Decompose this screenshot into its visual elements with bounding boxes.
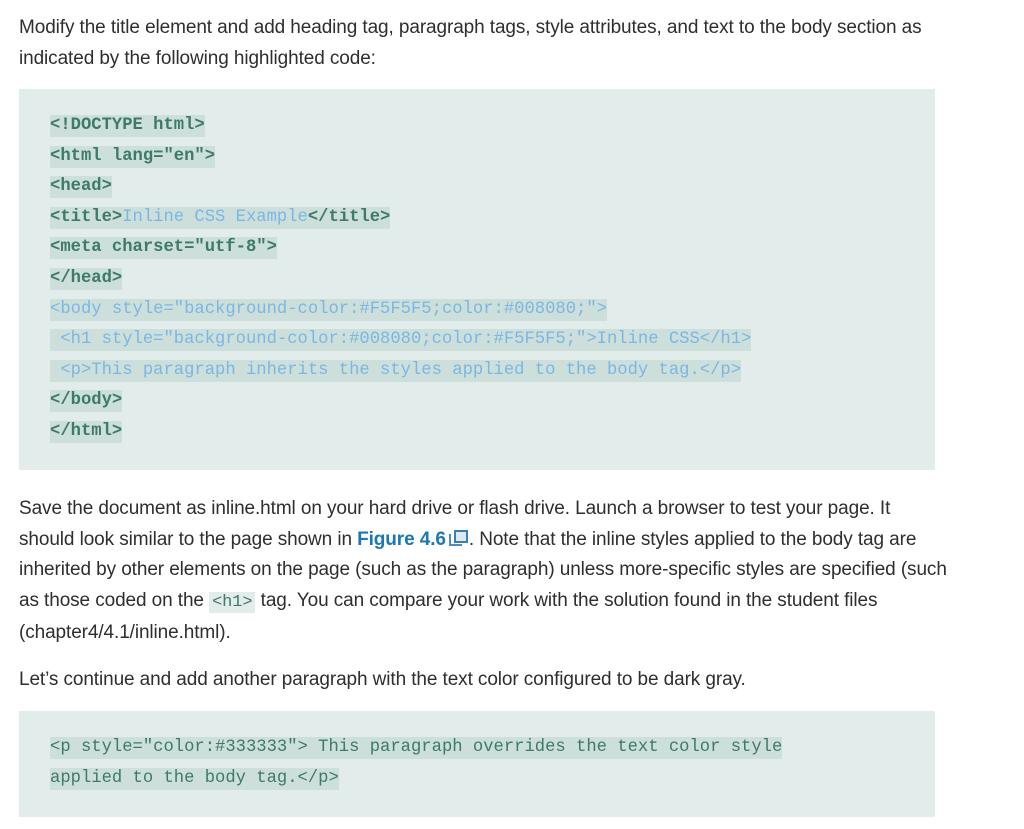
code-line: <meta charset="utf-8">: [50, 237, 277, 260]
code-text: </head>: [50, 269, 123, 288]
inline-code-h1: <h1>: [209, 591, 256, 613]
continue-paragraph: Let’s continue and add another paragraph…: [19, 669, 746, 690]
code-line: <title>Inline CSS Example</title>: [50, 206, 391, 229]
intro-paragraph: Modify the title element and add heading…: [19, 17, 922, 69]
code-block-inline-css: <!DOCTYPE html> <html lang="en"> <head> <ti…: [19, 89, 935, 470]
code-text: <head>: [50, 177, 112, 197]
code-text: <p>This paragraph inherits the styles ap…: [50, 360, 742, 380]
code-text: <html lang="en">: [50, 146, 216, 166]
figure-link-label: Figure 4.6: [357, 528, 446, 550]
code-line: <html lang="en">: [50, 145, 216, 168]
code-line: <head>: [50, 176, 112, 199]
code-line: <body style="background-color:#F5F5F5;co…: [50, 298, 607, 321]
code-line: </html>: [50, 421, 123, 443]
code-text: <h1 style="background-color:#008080;colo…: [50, 330, 752, 350]
code-block-dark-gray-paragraph: <p style="color:#333333"> This paragraph…: [19, 711, 935, 817]
code-line: </head>: [50, 268, 123, 290]
code-text: </html>: [50, 422, 123, 441]
code-text: <body style="background-color:#F5F5F5;co…: [50, 299, 607, 319]
code-line: <!DOCTYPE html>: [50, 115, 205, 137]
save-instructions-paragraph: Save the document as inline.html on your…: [19, 494, 949, 649]
code-text: <!DOCTYPE html>: [50, 116, 205, 135]
code-text: </title>: [307, 207, 391, 227]
code-line: <p style="color:#333333"> This paragraph…: [50, 737, 783, 759]
code-text: <title>: [50, 207, 123, 227]
code-line: <p>This paragraph inherits the styles ap…: [50, 359, 742, 382]
external-window-icon[interactable]: [448, 529, 469, 547]
figure-4-6-link[interactable]: Figure 4.6: [357, 529, 469, 550]
code-text: </body>: [50, 391, 123, 411]
code-line: </body>: [50, 390, 123, 413]
code-line: <h1 style="background-color:#008080;colo…: [50, 329, 752, 352]
highlighted-code-text: Inline CSS Example: [122, 207, 308, 227]
code-text: <meta charset="utf-8">: [50, 238, 277, 258]
code-line: applied to the body tag.</p>: [50, 767, 339, 790]
